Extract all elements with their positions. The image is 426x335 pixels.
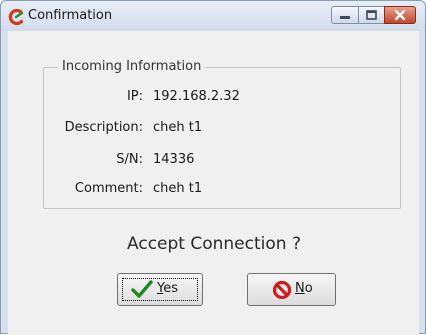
serial-number-value: 14336 bbox=[153, 152, 195, 167]
ip-value: 192.168.2.32 bbox=[153, 89, 240, 104]
accept-connection-prompt: Accept Connection ? bbox=[127, 234, 301, 254]
minimize-icon bbox=[340, 16, 350, 19]
yes-label: Yes bbox=[157, 281, 178, 296]
no-entry-icon bbox=[272, 280, 292, 300]
close-button[interactable] bbox=[384, 6, 416, 24]
minimize-button[interactable] bbox=[331, 6, 359, 24]
ip-label: IP: bbox=[126, 89, 143, 104]
title-bar[interactable]: Confirmation bbox=[1, 1, 425, 31]
no-button[interactable]: No bbox=[247, 273, 336, 306]
confirmation-window: Confirmation Incoming Information IP: 19… bbox=[0, 0, 426, 335]
checkmark-icon bbox=[131, 280, 153, 298]
comment-value: cheh t1 bbox=[153, 181, 203, 196]
window-title: Confirmation bbox=[28, 8, 113, 23]
description-label: Description: bbox=[64, 120, 143, 135]
yes-button[interactable]: Yes bbox=[117, 273, 203, 306]
comment-label: Comment: bbox=[74, 181, 143, 196]
close-icon bbox=[394, 9, 406, 21]
no-label: No bbox=[295, 281, 313, 296]
maximize-button[interactable] bbox=[358, 6, 385, 24]
serial-number-label: S/N: bbox=[116, 152, 143, 167]
description-value: cheh t1 bbox=[153, 120, 203, 135]
group-title: Incoming Information bbox=[58, 59, 206, 74]
maximize-icon bbox=[366, 10, 377, 20]
app-icon bbox=[8, 9, 24, 25]
